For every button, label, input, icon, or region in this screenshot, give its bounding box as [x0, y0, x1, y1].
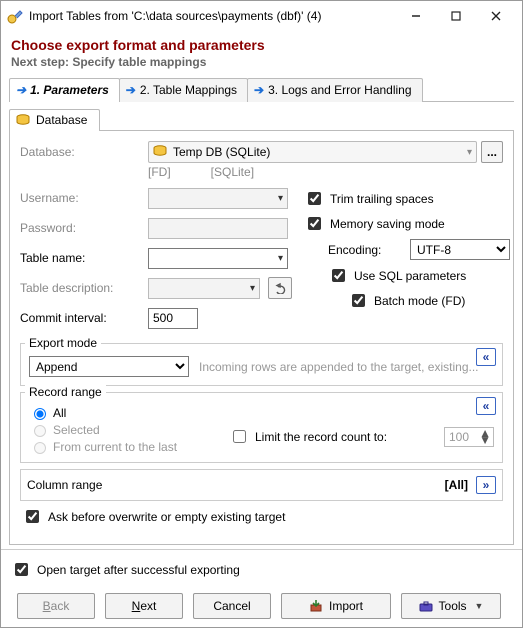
password-label: Password:	[20, 221, 140, 235]
subtab-label: Database	[36, 113, 87, 127]
tab-label: 1. Parameters	[30, 83, 109, 97]
chevron-down-icon: ▾	[250, 283, 255, 294]
limit-record-count-label: Limit the record count to:	[255, 430, 387, 444]
table-name-label: Table name:	[20, 251, 140, 265]
toolbox-icon	[419, 600, 433, 612]
commit-interval-input[interactable]	[148, 308, 198, 329]
record-range-collapse-button[interactable]: «	[476, 397, 496, 415]
subtab-row: Database	[9, 108, 514, 131]
tab-logs-errors[interactable]: ➔ 3. Logs and Error Handling	[247, 78, 422, 102]
app-icon	[7, 8, 23, 24]
database-value: Temp DB (SQLite)	[173, 145, 461, 159]
export-mode-select[interactable]: Append	[29, 356, 189, 377]
database-hints: [FD] [SQLite]	[148, 165, 503, 179]
content-area: Choose export format and parameters Next…	[1, 31, 522, 627]
trim-trailing-checkbox[interactable]: Trim trailing spaces	[304, 189, 510, 208]
minimize-button[interactable]	[396, 2, 436, 30]
database-browse-button[interactable]: ...	[481, 141, 503, 163]
chevrons-right-icon: »	[483, 478, 490, 492]
use-sql-params-checkbox[interactable]: Use SQL parameters	[328, 266, 510, 285]
chevron-down-icon: ▼	[475, 601, 484, 611]
database-icon	[153, 145, 167, 160]
column-range-group: Column range [All] »	[20, 469, 503, 501]
table-desc-combo[interactable]: ▾	[148, 278, 260, 299]
open-target-after-label: Open target after successful exporting	[37, 563, 240, 577]
chevron-down-icon: ▾	[278, 193, 283, 204]
tab-label: 3. Logs and Error Handling	[268, 83, 411, 97]
database-icon	[16, 114, 30, 126]
record-range-title: Record range	[25, 385, 106, 399]
trim-trailing-label: Trim trailing spaces	[330, 192, 434, 206]
import-icon	[309, 600, 323, 612]
hint-fd: [FD]	[148, 165, 171, 179]
username-label: Username:	[20, 191, 140, 205]
separator	[1, 549, 522, 550]
column-range-expand-button[interactable]: »	[476, 476, 496, 494]
export-mode-title: Export mode	[25, 336, 101, 350]
back-button[interactable]: Back	[17, 593, 95, 619]
arrow-icon: ➔	[126, 83, 136, 97]
batch-mode-label: Batch mode (FD)	[374, 294, 465, 308]
encoding-select[interactable]: UTF-8	[410, 239, 510, 260]
chevron-down-icon: ▾	[278, 253, 283, 264]
dialog-window: Import Tables from 'C:\data sources\paym…	[0, 0, 523, 628]
encoding-label: Encoding:	[328, 243, 402, 257]
close-button[interactable]	[476, 2, 516, 30]
export-mode-group: Export mode « Append Incoming rows are a…	[20, 343, 503, 386]
arrow-icon: ➔	[254, 83, 264, 97]
table-name-combo[interactable]: ▾	[148, 248, 288, 269]
chevron-down-icon: ▾	[467, 147, 472, 158]
table-desc-revert-button[interactable]	[268, 277, 292, 299]
database-label: Database:	[20, 145, 140, 159]
tab-parameters[interactable]: ➔ 1. Parameters	[9, 78, 120, 102]
undo-icon	[274, 282, 286, 294]
page-subheading: Next step: Specify table mappings	[11, 55, 514, 69]
open-target-after-checkbox[interactable]: Open target after successful exporting	[11, 560, 512, 579]
form-area: Database: Temp DB (SQLite) ▾ ... [FD] [S…	[9, 131, 514, 545]
record-range-all-radio[interactable]: All	[29, 405, 209, 420]
arrow-icon: ➔	[16, 83, 26, 97]
chevrons-left-icon: «	[483, 399, 490, 413]
button-bar: Back Next Cancel Import Tools ▼	[9, 585, 514, 627]
export-mode-hint: Incoming rows are appended to the target…	[199, 360, 479, 374]
export-mode-collapse-button[interactable]: «	[476, 348, 496, 366]
wizard-tabs: ➔ 1. Parameters ➔ 2. Table Mappings ➔ 3.…	[9, 77, 514, 102]
subtab-database[interactable]: Database	[9, 109, 100, 131]
page-heading: Choose export format and parameters	[11, 37, 514, 53]
record-range-group: Record range « All Selected	[20, 392, 503, 463]
memory-saving-checkbox[interactable]: Memory saving mode	[304, 214, 510, 233]
column-range-title: Column range	[27, 478, 102, 492]
titlebar: Import Tables from 'C:\data sources\paym…	[1, 1, 522, 31]
maximize-button[interactable]	[436, 2, 476, 30]
row-database: Database: Temp DB (SQLite) ▾ ...	[20, 141, 503, 163]
record-range-from-current-radio[interactable]: From current to the last	[29, 439, 209, 454]
next-button[interactable]: Next	[105, 593, 183, 619]
ask-before-overwrite-checkbox[interactable]: Ask before overwrite or empty existing t…	[22, 507, 501, 526]
import-button[interactable]: Import	[281, 593, 391, 619]
password-input[interactable]	[148, 218, 288, 239]
hint-sqlite: [SQLite]	[211, 165, 254, 179]
ask-before-overwrite-label: Ask before overwrite or empty existing t…	[48, 510, 285, 524]
tab-table-mappings[interactable]: ➔ 2. Table Mappings	[119, 78, 248, 102]
window-title: Import Tables from 'C:\data sources\paym…	[29, 9, 396, 23]
memory-saving-label: Memory saving mode	[330, 217, 445, 231]
table-desc-label: Table description:	[20, 281, 140, 295]
use-sql-params-label: Use SQL parameters	[354, 269, 466, 283]
chevrons-left-icon: «	[483, 350, 490, 364]
tab-label: 2. Table Mappings	[140, 83, 237, 97]
record-range-selected-radio[interactable]: Selected	[29, 422, 209, 437]
batch-mode-checkbox[interactable]: Batch mode (FD)	[348, 291, 510, 310]
commit-interval-label: Commit interval:	[20, 311, 140, 325]
database-combo[interactable]: Temp DB (SQLite) ▾	[148, 141, 477, 163]
limit-record-count-input[interactable]: 100 ▲▼	[444, 427, 494, 447]
column-range-value: [All]	[445, 478, 468, 492]
limit-record-count-checkbox[interactable]: Limit the record count to:	[229, 427, 387, 446]
username-input[interactable]: ▾	[148, 188, 288, 209]
spin-down-icon: ▼	[479, 437, 491, 444]
cancel-button[interactable]: Cancel	[193, 593, 271, 619]
tools-button[interactable]: Tools ▼	[401, 593, 501, 619]
